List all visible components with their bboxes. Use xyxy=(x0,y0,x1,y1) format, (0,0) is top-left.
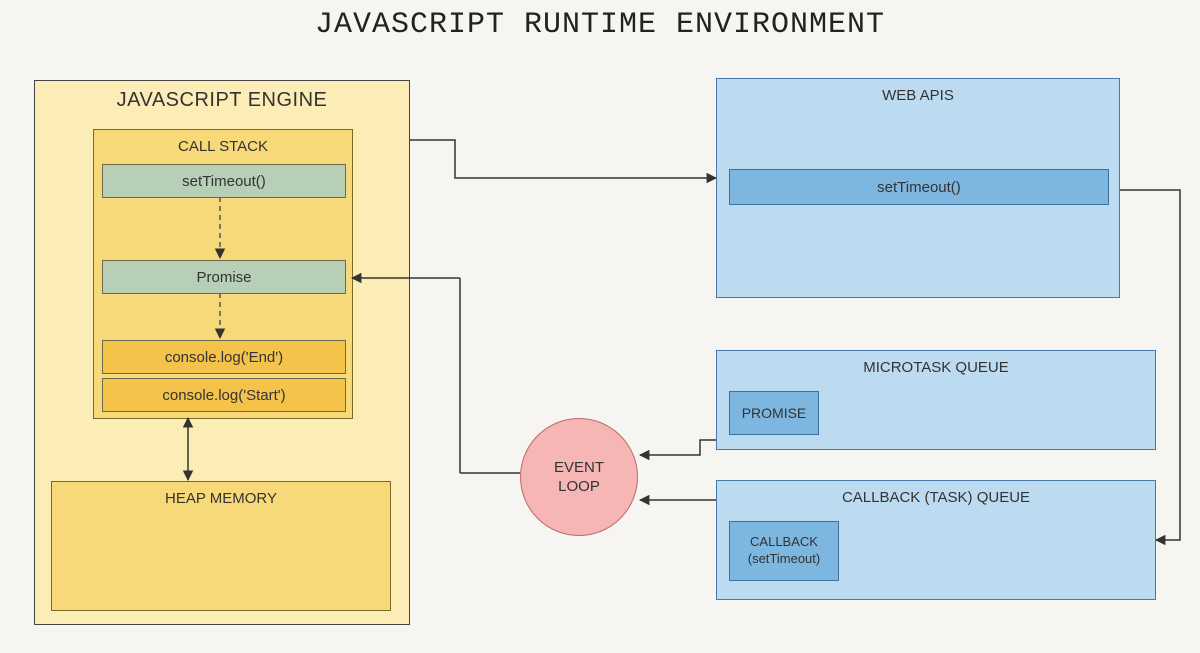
call-stack-item: console.log('Start') xyxy=(102,378,346,412)
microtask-queue-box: MICROTASK QUEUE PROMISE xyxy=(716,350,1156,450)
page-title: JAVASCRIPT RUNTIME ENVIRONMENT xyxy=(0,8,1200,42)
microtask-queue-title: MICROTASK QUEUE xyxy=(717,351,1155,376)
call-stack-item: console.log('End') xyxy=(102,340,346,374)
event-loop-label: EVENTLOOP xyxy=(554,458,604,497)
call-stack-item: Promise xyxy=(102,260,346,294)
call-stack-item: setTimeout() xyxy=(102,164,346,198)
callback-queue-title: CALLBACK (TASK) QUEUE xyxy=(717,481,1155,506)
web-apis-item: setTimeout() xyxy=(729,169,1109,205)
callback-item: CALLBACK(setTimeout) xyxy=(729,521,839,581)
event-loop-circle: EVENTLOOP xyxy=(520,418,638,536)
js-engine-box: JAVASCRIPT ENGINE CALL STACK setTimeout(… xyxy=(34,80,410,625)
callback-queue-box: CALLBACK (TASK) QUEUE CALLBACK(setTimeou… xyxy=(716,480,1156,600)
call-stack-box: CALL STACK setTimeout() Promise console.… xyxy=(93,129,353,419)
web-apis-title: WEB APIS xyxy=(717,79,1119,104)
heap-memory-box: HEAP MEMORY xyxy=(51,481,391,611)
microtask-item: PROMISE xyxy=(729,391,819,435)
web-apis-box: WEB APIS setTimeout() xyxy=(716,78,1120,298)
js-engine-title: JAVASCRIPT ENGINE xyxy=(35,89,409,112)
heap-memory-title: HEAP MEMORY xyxy=(52,482,390,515)
call-stack-title: CALL STACK xyxy=(94,130,352,161)
